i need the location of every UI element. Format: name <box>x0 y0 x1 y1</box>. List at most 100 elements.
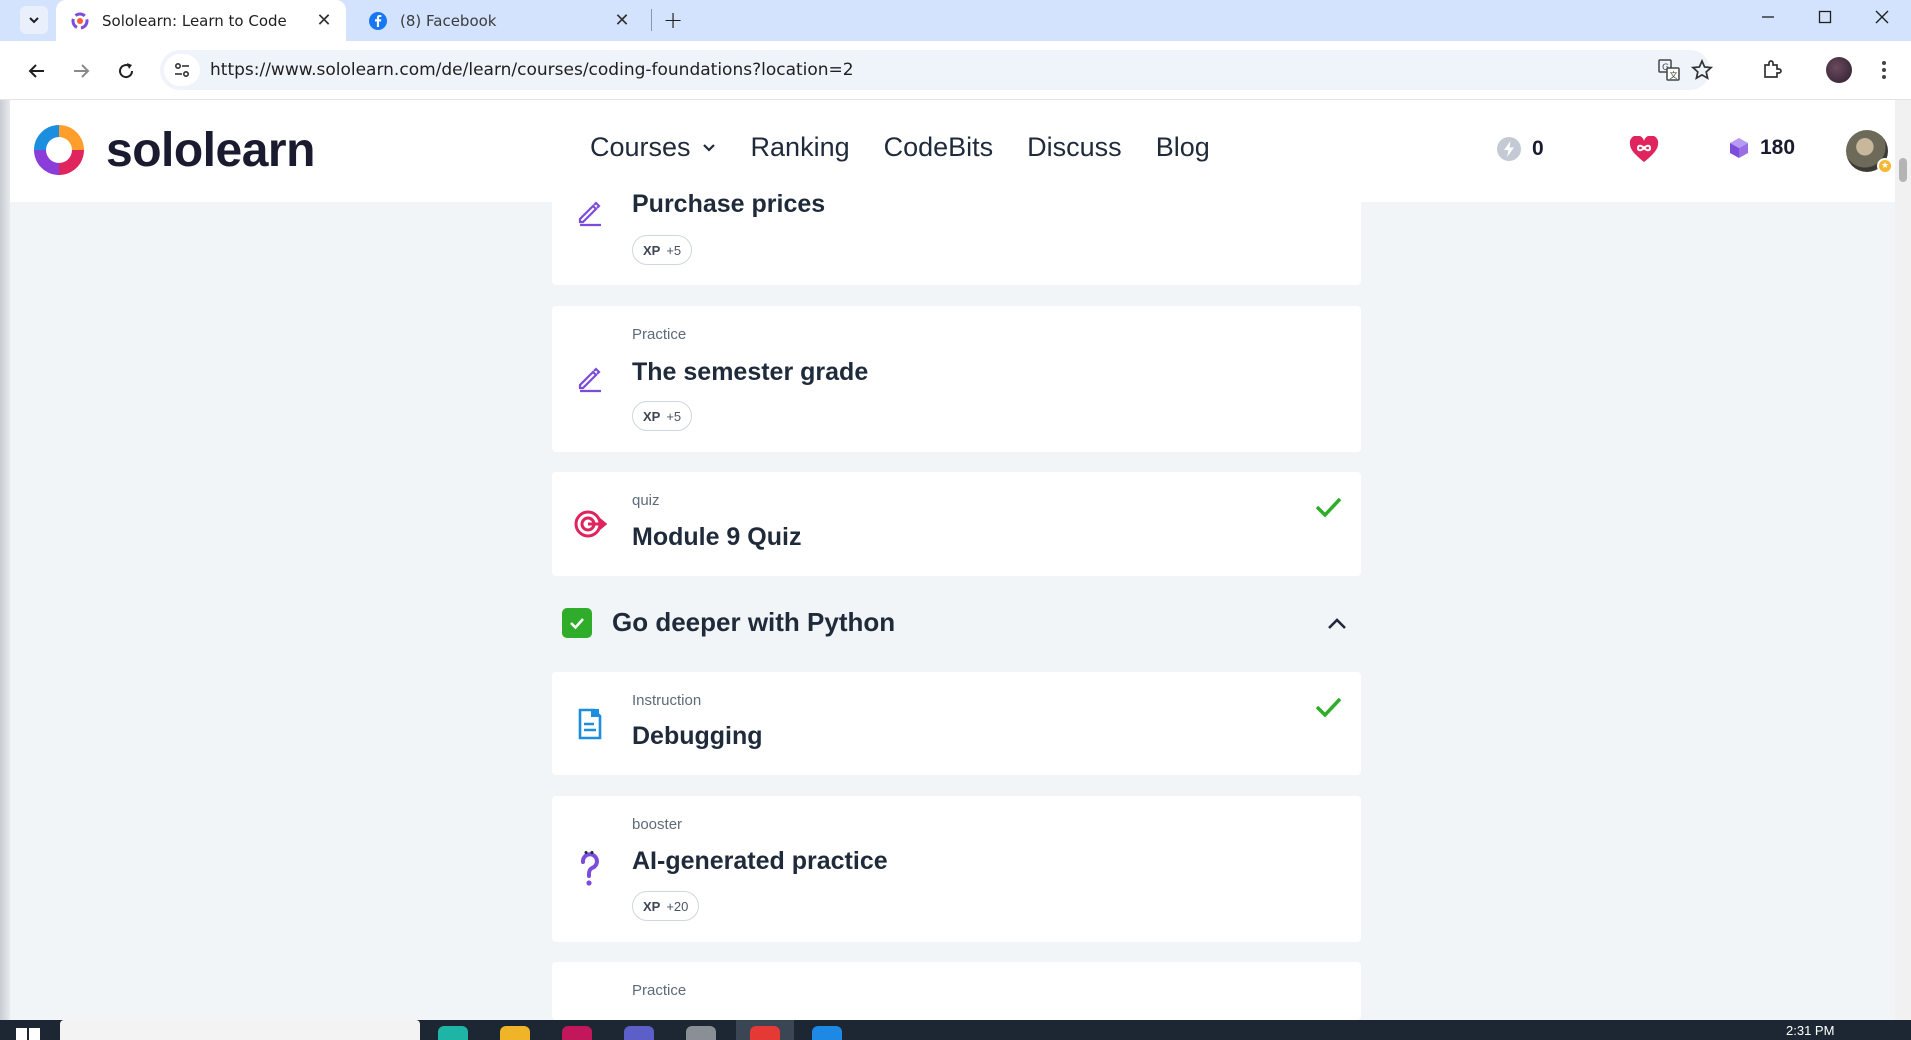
browser-menu-button[interactable] <box>1872 55 1896 85</box>
section-title: Go deeper with Python <box>612 607 896 637</box>
heart-infinity-icon <box>1628 136 1660 164</box>
tab-sololearn[interactable]: Sololearn: Learn to Code ✕ <box>56 0 346 41</box>
gear-icon[interactable] <box>686 1026 716 1040</box>
extensions-button[interactable] <box>1757 55 1787 85</box>
xp-value: +5 <box>666 408 682 424</box>
lesson-type: Instruction <box>632 692 702 709</box>
section-complete-icon <box>562 608 592 638</box>
sololearn-logo[interactable]: sololearn <box>28 119 315 181</box>
lesson-card-module-quiz[interactable]: quiz Module 9 Quiz <box>552 472 1361 576</box>
nav-label: Courses <box>590 132 691 162</box>
window-edge <box>0 100 10 1020</box>
lesson-title: The semester grade <box>632 358 869 386</box>
reload-button[interactable] <box>111 56 141 86</box>
maximize-button[interactable] <box>1797 0 1853 33</box>
xp-badge: XP +5 <box>632 401 693 431</box>
folder-icon[interactable] <box>500 1026 530 1040</box>
nav-codebits[interactable]: CodeBits <box>884 132 994 163</box>
xp-badge: XP +20 <box>632 891 700 921</box>
bookmark-button[interactable] <box>1690 58 1714 82</box>
lesson-type: Practice <box>632 326 687 343</box>
facebook-favicon-icon <box>369 11 387 30</box>
taskbar-search[interactable] <box>60 1020 420 1040</box>
main-nav: Courses Ranking CodeBits Discuss Blog <box>590 132 1244 163</box>
tab-facebook[interactable]: (8) Facebook ✕ <box>354 0 644 41</box>
chevron-down-icon <box>702 143 715 152</box>
close-icon <box>1875 10 1889 23</box>
nav-label: Ranking <box>750 132 850 162</box>
lesson-type: quiz <box>632 492 660 509</box>
browser-profile-avatar[interactable] <box>1826 57 1852 83</box>
minimize-icon <box>1762 15 1774 18</box>
taskbar-app-icon[interactable] <box>624 1026 654 1040</box>
nav-courses[interactable]: Courses <box>590 132 717 163</box>
lesson-card-ai-practice[interactable]: booster AI-generated practice XP +20 <box>552 796 1361 942</box>
xp-label: XP <box>643 898 661 914</box>
maximize-icon <box>1818 10 1832 23</box>
site-info-button[interactable] <box>164 54 200 86</box>
scrollbar-thumb[interactable] <box>1899 158 1907 182</box>
translate-icon: G 文 <box>1658 59 1680 81</box>
xp-label: XP <box>643 242 661 258</box>
section-header-go-deeper[interactable]: Go deeper with Python <box>552 595 1361 651</box>
xp-value: +20 <box>666 898 689 914</box>
reload-icon <box>119 63 134 79</box>
lesson-type: booster <box>632 816 683 833</box>
arrow-left-icon <box>28 64 44 78</box>
nav-ranking[interactable]: Ranking <box>751 132 850 163</box>
tune-icon <box>174 62 190 78</box>
close-tab-icon[interactable]: ✕ <box>612 10 632 31</box>
close-tab-icon[interactable]: ✕ <box>314 10 334 31</box>
tab-separator <box>651 9 652 31</box>
forward-button[interactable] <box>66 56 96 86</box>
lesson-card-purchase-prices[interactable]: Purchase prices XP +5 <box>552 170 1361 285</box>
page-scrollbar[interactable] <box>1895 100 1911 1020</box>
pencil-edit-icon <box>572 194 608 230</box>
chevron-up-icon[interactable] <box>1323 610 1351 638</box>
nav-label: Blog <box>1155 132 1210 162</box>
tab-title: (8) Facebook <box>400 11 497 30</box>
hearts-counter[interactable] <box>1628 136 1670 164</box>
close-window-button[interactable] <box>1854 0 1910 33</box>
lesson-title: Module 9 Quiz <box>632 523 802 551</box>
lightning-icon <box>1496 136 1522 162</box>
lesson-card-debugging[interactable]: Instruction Debugging <box>552 672 1361 775</box>
nav-blog[interactable]: Blog <box>1156 132 1210 163</box>
lesson-title: AI-generated practice <box>632 847 888 875</box>
chevron-down-icon <box>29 17 39 24</box>
gems-value: 180 <box>1760 136 1796 159</box>
sololearn-logo-icon <box>34 125 84 175</box>
lesson-title: Purchase prices <box>632 190 826 218</box>
xp-value: +5 <box>666 242 682 258</box>
question-mark-icon <box>572 851 608 887</box>
checkmark-icon <box>1315 497 1342 518</box>
tab-search-button[interactable] <box>20 6 48 34</box>
address-bar[interactable]: https://www.sololearn.com/de/learn/cours… <box>160 50 1713 90</box>
taskbar-app-icon[interactable] <box>562 1026 592 1040</box>
taskbar-clock[interactable]: 2:31 PM <box>1786 1023 1834 1038</box>
nav-discuss[interactable]: Discuss <box>1027 132 1122 163</box>
lesson-card-practice-next[interactable]: Practice <box>552 962 1361 1020</box>
vscode-icon[interactable] <box>812 1026 842 1040</box>
streak-counter[interactable]: 0 <box>1496 136 1544 162</box>
logo-text: sololearn <box>106 123 315 177</box>
minimize-button[interactable] <box>1740 0 1796 33</box>
browser-tab-bar: Sololearn: Learn to Code ✕ (8) Facebook … <box>0 0 1911 41</box>
gems-counter[interactable]: 180 <box>1728 136 1795 160</box>
document-icon <box>572 706 608 742</box>
windows-start-icon[interactable] <box>16 1028 40 1040</box>
sololearn-favicon-icon <box>71 12 89 29</box>
os-taskbar: 2:31 PM <box>0 1020 1911 1040</box>
gem-cube-icon <box>1728 137 1750 159</box>
url-text[interactable]: https://www.sololearn.com/de/learn/cours… <box>210 60 854 80</box>
translate-button[interactable]: G 文 <box>1657 58 1681 82</box>
xp-badge: XP +5 <box>632 235 693 265</box>
back-button[interactable] <box>22 56 52 86</box>
taskbar-app-icon[interactable] <box>438 1026 468 1040</box>
nav-label: Discuss <box>1027 132 1122 162</box>
new-tab-button[interactable]: + <box>660 6 686 34</box>
user-avatar[interactable]: ★ <box>1846 130 1893 174</box>
arrow-right-icon <box>74 64 90 78</box>
chrome-icon[interactable] <box>750 1026 780 1040</box>
lesson-card-semester-grade[interactable]: Practice The semester grade XP +5 <box>552 306 1361 452</box>
